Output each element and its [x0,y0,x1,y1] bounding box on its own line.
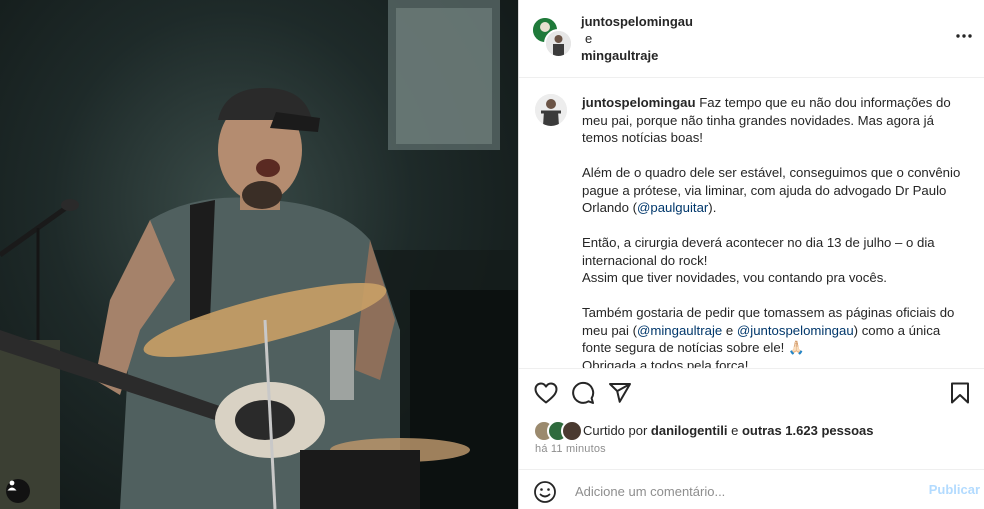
author-primary-link[interactable]: juntospelomingau [581,13,693,30]
emoji-button[interactable] [533,480,557,504]
comment-icon [572,381,595,404]
mention-mingaultraje[interactable]: @mingaultraje [637,323,722,338]
save-button[interactable] [948,381,972,405]
caption-paragraph-4: Também gostaria de pedir que tomassem as… [582,304,968,368]
caption-paragraph-2: Além de o quadro dele ser estável, conse… [582,164,968,217]
post-photo[interactable] [0,0,518,509]
user-tag-icon [7,480,17,491]
post-side-panel: juntospelomingau e mingaultraje juntospe… [518,0,984,509]
more-options-icon [956,34,972,38]
caption-username[interactable]: juntospelomingau [582,95,696,110]
caption-p4-mid: e [722,322,737,338]
caption-p4-line2: Obrigada a todos pela força! [582,357,749,369]
heart-icon [534,382,558,404]
liker-avatars [533,419,583,442]
photo-illustration [0,0,518,509]
collab-avatars[interactable] [533,18,573,58]
like-button[interactable] [534,381,558,405]
likes-prefix: Curtido por [583,422,651,438]
avatar-secondary [544,29,573,58]
likes-mid: e [727,422,742,438]
liker-username[interactable]: danilogentili [651,423,728,438]
caption-p3-line1: Então, a cirurgia deverá acontecer no di… [582,235,935,268]
caption-p2-end: ). [708,200,717,215]
comment-button[interactable] [571,381,595,405]
share-button[interactable] [608,381,632,405]
mention-juntospelomingau[interactable]: @juntospelomingau [737,323,854,338]
caption-paragraph-1: juntospelomingau Faz tempo que eu não do… [582,94,968,147]
post-timestamp[interactable]: há 11 minutos [535,443,606,455]
post-viewer: juntospelomingau e mingaultraje juntospe… [0,0,984,509]
likes-summary[interactable]: Curtido por danilogentili e outras 1.623… [533,418,873,442]
comment-box: Publicar [519,469,984,509]
mention-paulguitar[interactable]: @paulguitar [637,200,708,215]
liker-avatar [561,420,583,442]
comment-input[interactable] [573,478,917,504]
caption-paragraph-3: Então, a cirurgia deverá acontecer no di… [582,234,968,287]
more-options-button[interactable] [952,24,976,48]
author-secondary-link[interactable]: mingaultraje [581,47,693,64]
share-icon [609,383,631,403]
bookmark-icon [951,382,969,404]
publish-button[interactable]: Publicar [929,482,980,497]
caption-p3-line2: Assim que tiver novidades, vou contando … [582,270,887,285]
likes-text: Curtido por danilogentili e outras 1.623… [583,423,873,438]
collab-joiner: e [585,31,593,46]
caption-area: juntospelomingau Faz tempo que eu não do… [519,78,984,368]
likes-others-link[interactable]: outras 1.623 pessoas [742,423,874,438]
user-tag-button[interactable] [6,479,30,503]
caption-text: juntospelomingau Faz tempo que eu não do… [582,94,968,368]
post-header: juntospelomingau e mingaultraje [519,0,984,78]
collab-names: juntospelomingau e mingaultraje [581,13,693,64]
action-bar [519,368,984,416]
caption-avatar[interactable] [535,94,567,126]
emoji-icon [534,481,556,503]
